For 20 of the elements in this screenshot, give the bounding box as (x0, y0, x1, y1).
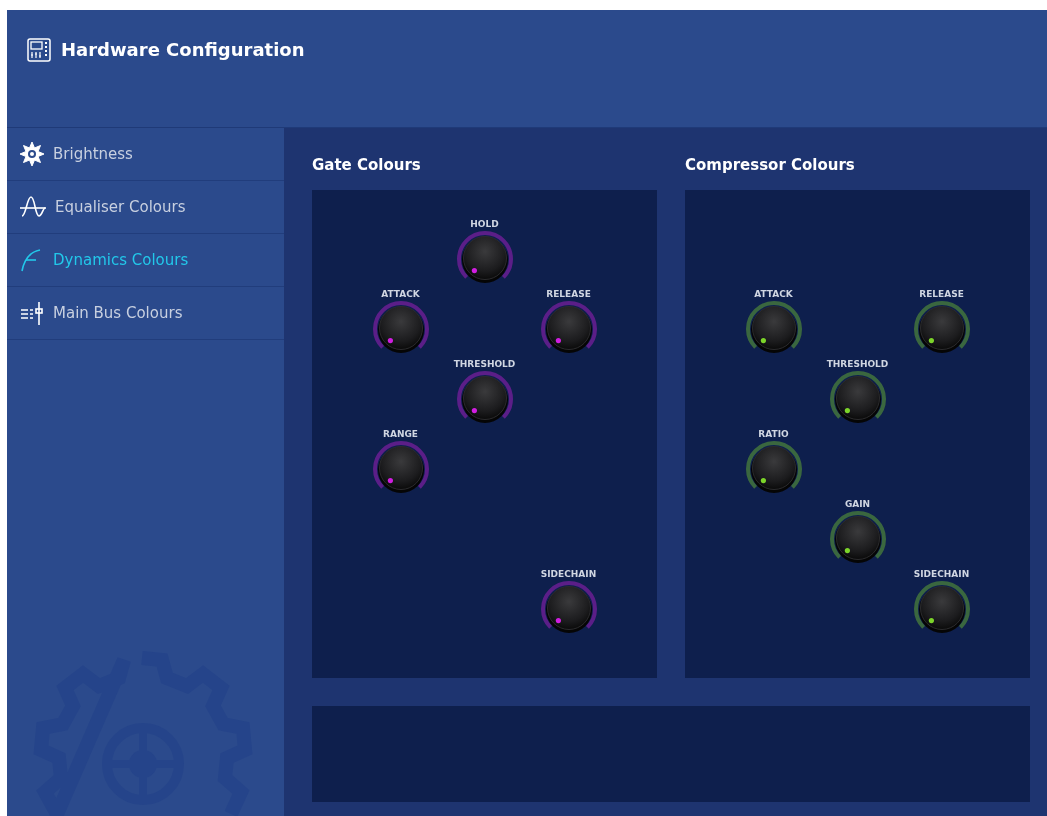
sun-icon (19, 141, 45, 167)
knob-label: THRESHOLD (453, 358, 516, 370)
knob-label: RELEASE (546, 288, 591, 300)
knob-label: RANGE (383, 428, 418, 440)
knob-label: ATTACK (754, 288, 793, 300)
knob-label: THRESHOLD (826, 358, 889, 370)
knob-label: HOLD (470, 218, 499, 230)
faders-icon (19, 300, 45, 326)
knob-label: RATIO (758, 428, 789, 440)
knob-label: SIDECHAIN (540, 568, 597, 580)
section-title: Gate Colours (312, 155, 422, 176)
knob-label: SIDECHAIN (913, 568, 970, 580)
sidebar-item[interactable]: Brightness (7, 128, 284, 181)
section-title: Compressor Colours (685, 155, 856, 176)
knob-label: GAIN (844, 498, 871, 510)
waveform-icon (19, 194, 47, 220)
knob-label: ATTACK (381, 288, 420, 300)
app-title: Hardware Configuration (61, 38, 305, 62)
knob-label: RELEASE (919, 288, 964, 300)
hardware-device-icon (27, 38, 51, 62)
